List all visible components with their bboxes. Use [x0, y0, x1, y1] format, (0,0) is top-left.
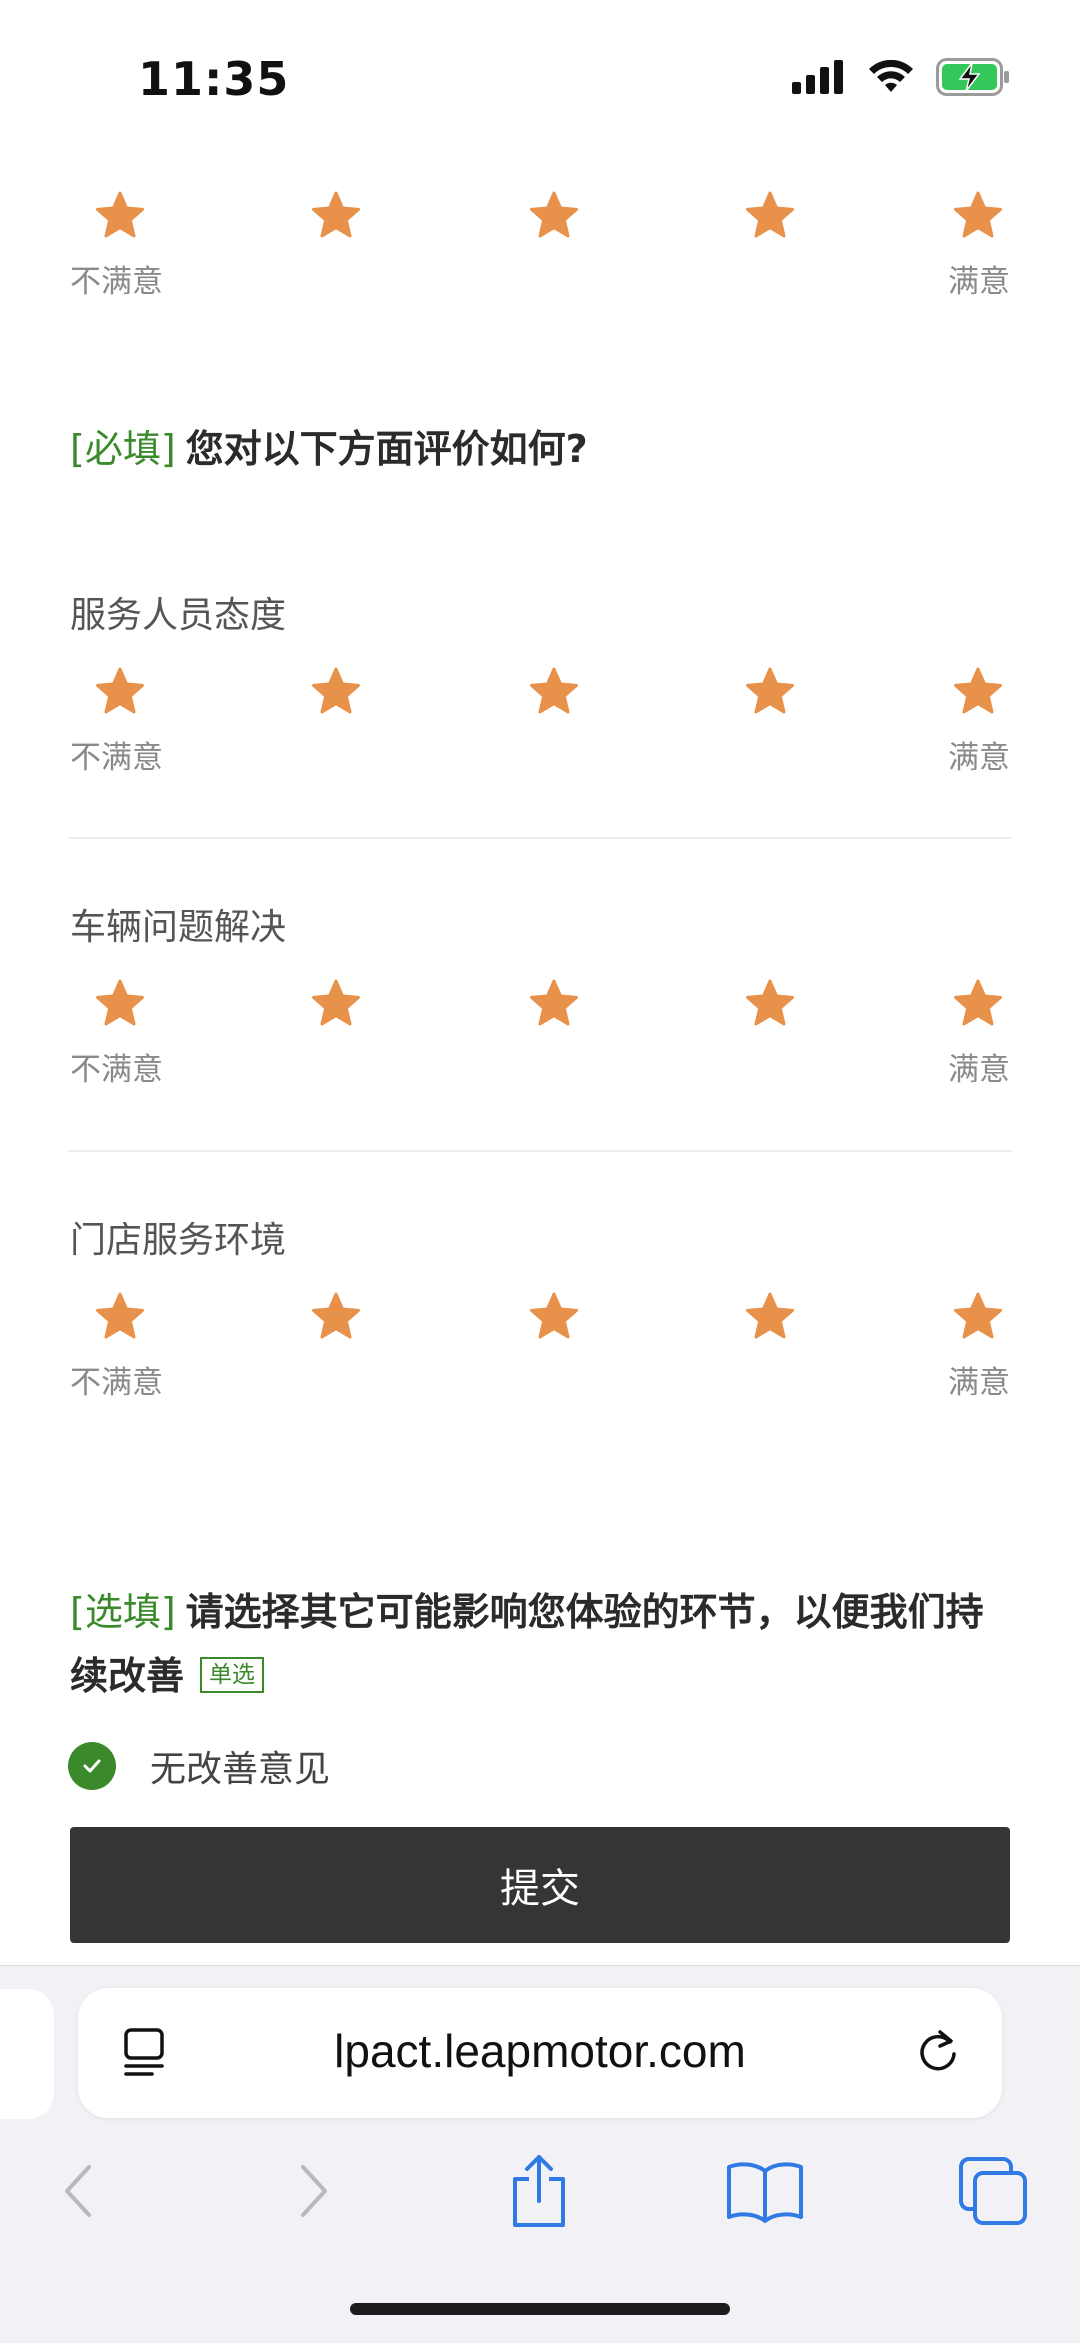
item-title-staff-attitude: 服务人员态度	[70, 595, 287, 636]
bookmarks-button[interactable]	[720, 2146, 810, 2236]
star-icon[interactable]	[310, 666, 362, 718]
status-time: 11:35	[138, 52, 290, 106]
book-icon	[727, 2162, 803, 2223]
label-unsatisfied: 不满意	[70, 740, 163, 776]
divider	[68, 1150, 1012, 1152]
rating-row-vehicle-issue: 不满意 满意	[70, 978, 1010, 1093]
required-tag: [必填]	[70, 427, 176, 471]
share-icon	[513, 2155, 565, 2227]
star-icon[interactable]	[744, 978, 796, 1030]
star-rating	[70, 1291, 1010, 1351]
star-icon[interactable]	[744, 1291, 796, 1343]
tabs-button[interactable]	[948, 2146, 1038, 2236]
star-icon[interactable]	[528, 978, 580, 1030]
url-text[interactable]: lpact.leapmotor.com	[78, 2024, 1002, 2078]
browser-bar: lpact.leapmotor.com	[0, 1965, 1080, 2343]
address-bar[interactable]: lpact.leapmotor.com	[78, 1988, 1002, 2118]
label-unsatisfied: 不满意	[70, 1365, 163, 1401]
star-icon[interactable]	[744, 190, 796, 242]
rating-row-staff-attitude: 不满意 满意	[70, 666, 1010, 781]
star-icon[interactable]	[94, 190, 146, 242]
star-icon[interactable]	[310, 190, 362, 242]
label-satisfied: 满意	[948, 740, 1010, 776]
status-bar: 11:35	[0, 0, 1080, 150]
browser-toolbar	[0, 2146, 1080, 2246]
status-icons	[792, 58, 1010, 96]
label-satisfied: 满意	[948, 1052, 1010, 1088]
tabs-icon	[959, 2157, 1027, 2225]
star-icon[interactable]	[94, 1291, 146, 1343]
question-title: [选填] 请选择其它可能影响您体验的环节，以便我们持续改善 单选	[70, 1580, 1010, 1708]
item-title-store-environment: 门店服务环境	[70, 1220, 287, 1261]
reload-icon[interactable]	[910, 2024, 966, 2080]
label-unsatisfied: 不满意	[70, 1052, 163, 1088]
star-icon[interactable]	[952, 978, 1004, 1030]
check-circle-icon[interactable]	[68, 1742, 116, 1790]
question-text: 您对以下方面评价如何?	[185, 427, 588, 471]
star-rating	[70, 666, 1010, 726]
submit-button[interactable]: 提交	[70, 1827, 1010, 1943]
question-title: [必填] 您对以下方面评价如何?	[70, 420, 1010, 478]
star-icon[interactable]	[310, 1291, 362, 1343]
star-icon[interactable]	[310, 978, 362, 1030]
option-label: 无改善意见	[150, 1749, 331, 1790]
star-rating	[70, 190, 1010, 250]
star-icon[interactable]	[952, 1291, 1004, 1343]
single-choice-badge: 单选	[200, 1656, 265, 1693]
label-satisfied: 满意	[948, 264, 1010, 300]
back-button[interactable]	[34, 2146, 124, 2236]
optional-tag: [选填]	[70, 1590, 176, 1634]
home-indicator	[350, 2303, 730, 2315]
rating-row-top: 不满意 满意	[70, 190, 1010, 305]
star-icon[interactable]	[94, 666, 146, 718]
share-button[interactable]	[494, 2146, 584, 2236]
battery-charging-icon	[936, 58, 1009, 96]
forward-button[interactable]	[268, 2146, 358, 2236]
label-unsatisfied: 不满意	[70, 264, 163, 300]
previous-tab-preview[interactable]	[0, 1989, 54, 2119]
item-title-vehicle-issue: 车辆问题解决	[70, 907, 287, 948]
chevron-right-icon	[301, 2165, 327, 2217]
star-icon[interactable]	[528, 190, 580, 242]
wifi-icon	[869, 60, 913, 92]
label-satisfied: 满意	[948, 1365, 1010, 1401]
star-icon[interactable]	[952, 190, 1004, 242]
star-icon[interactable]	[528, 1291, 580, 1343]
signal-icon	[792, 60, 843, 94]
chevron-left-icon	[65, 2165, 91, 2217]
star-rating	[70, 978, 1010, 1038]
star-icon[interactable]	[952, 666, 1004, 718]
divider	[68, 837, 1012, 839]
star-icon[interactable]	[744, 666, 796, 718]
rating-row-store-environment: 不满意 满意	[70, 1291, 1010, 1406]
star-icon[interactable]	[94, 978, 146, 1030]
option-no-suggestion[interactable]: 无改善意见	[68, 1740, 330, 1792]
star-icon[interactable]	[528, 666, 580, 718]
